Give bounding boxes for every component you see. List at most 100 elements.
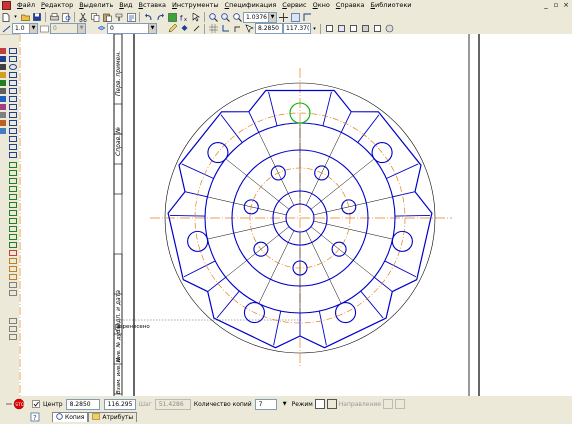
- scale-icon[interactable]: [1, 24, 11, 34]
- spec-group-icon[interactable]: [0, 104, 6, 110]
- parametrize-group-icon[interactable]: [0, 80, 6, 86]
- tool-trim-icon[interactable]: [9, 210, 17, 216]
- copy-icon[interactable]: [90, 12, 100, 22]
- mode-along-arc-icon[interactable]: [326, 399, 337, 409]
- restore-icon[interactable]: ▫: [552, 1, 560, 9]
- style-combo[interactable]: 0 ▼: [50, 23, 86, 34]
- tool-split-icon[interactable]: [9, 234, 17, 240]
- menu-help[interactable]: Справка: [333, 0, 368, 11]
- insert-group-icon[interactable]: [0, 120, 6, 126]
- tool-circle-icon[interactable]: [9, 64, 17, 70]
- menu-window[interactable]: Окно: [310, 0, 333, 11]
- copies-field[interactable]: 7: [254, 398, 277, 410]
- select-group-icon[interactable]: [0, 96, 6, 102]
- direction-ccw-icon[interactable]: [394, 399, 405, 409]
- grid-icon[interactable]: [208, 24, 218, 34]
- menu-insert[interactable]: Вставка: [135, 0, 169, 11]
- cut-icon[interactable]: [78, 12, 88, 22]
- tool-arc-icon[interactable]: [9, 72, 17, 78]
- tool-line-icon[interactable]: [9, 56, 17, 62]
- center-point-icon[interactable]: [31, 399, 41, 409]
- properties-icon[interactable]: [126, 12, 136, 22]
- dimensions-group-icon[interactable]: [0, 56, 6, 62]
- zoom-combo[interactable]: 1.0376 ▼: [243, 11, 277, 23]
- tab-copy[interactable]: Копия: [52, 412, 89, 422]
- drawing-sheet[interactable]: Перв. примен. Справ. № Подп. и дата Инв.…: [19, 34, 572, 396]
- tool-extra-1-icon[interactable]: [9, 318, 17, 324]
- coord-x-field[interactable]: 8.2850: [255, 23, 283, 34]
- coordinate-system-icon[interactable]: [220, 24, 230, 34]
- refresh-icon[interactable]: [290, 12, 300, 22]
- tool-macro-icon[interactable]: [9, 282, 17, 288]
- tool-group-icon[interactable]: [9, 266, 17, 272]
- tool-delete-icon[interactable]: [9, 250, 17, 256]
- help-pointer-icon[interactable]: [191, 12, 201, 22]
- chevron-down-icon[interactable]: ▼: [77, 24, 85, 33]
- tool-array-icon[interactable]: [9, 242, 17, 248]
- library-icon[interactable]: [384, 24, 394, 34]
- tool-ungroup-icon[interactable]: [9, 274, 17, 280]
- tool-hatch-icon[interactable]: [9, 104, 17, 110]
- close-icon[interactable]: ×: [562, 1, 570, 9]
- tool-rectangle-icon[interactable]: [9, 80, 17, 86]
- tool-polygon-icon[interactable]: [9, 88, 17, 94]
- save-icon[interactable]: [32, 12, 42, 22]
- doc-icon-5[interactable]: [372, 24, 382, 34]
- zoom-window-icon[interactable]: [232, 12, 242, 22]
- tool-rotate-icon[interactable]: [9, 178, 17, 184]
- tool-point-icon[interactable]: [9, 48, 17, 54]
- layer-combo[interactable]: 0 ▼: [107, 23, 157, 34]
- ortho-icon[interactable]: [191, 24, 201, 34]
- manager-icon[interactable]: [167, 12, 177, 22]
- flange-figure[interactable]: [150, 68, 452, 368]
- new-document-icon[interactable]: [1, 12, 11, 22]
- symbols-group-icon[interactable]: [0, 64, 6, 70]
- pencil-icon[interactable]: [167, 24, 177, 34]
- tool-copy-icon[interactable]: [9, 162, 17, 168]
- format-painter-icon[interactable]: [114, 12, 124, 22]
- copies-dropdown-icon[interactable]: ▼: [280, 399, 290, 409]
- measure-group-icon[interactable]: [0, 88, 6, 94]
- direction-cw-icon[interactable]: [382, 399, 393, 409]
- chevron-down-icon[interactable]: ▼: [29, 24, 37, 33]
- minimize-icon[interactable]: _: [542, 1, 550, 9]
- variables-icon[interactable]: fx: [179, 12, 189, 22]
- menu-view[interactable]: Вид: [116, 0, 135, 11]
- open-folder-icon[interactable]: [20, 12, 30, 22]
- edit-group-icon[interactable]: [0, 72, 6, 78]
- help-icon[interactable]: ?: [30, 412, 40, 422]
- tool-extend-icon[interactable]: [9, 218, 17, 224]
- print-icon[interactable]: [49, 12, 59, 22]
- paste-icon[interactable]: [102, 12, 112, 22]
- tool-mirror-icon[interactable]: [9, 194, 17, 200]
- step-dropdown-icon[interactable]: ▾: [312, 24, 317, 34]
- round-icon[interactable]: [232, 24, 242, 34]
- step-field[interactable]: 51.4286: [154, 398, 191, 410]
- scale-combo[interactable]: 1.0 ▼: [12, 23, 38, 34]
- tool-chamfer-icon[interactable]: [9, 120, 17, 126]
- doc-icon-1[interactable]: [324, 24, 334, 34]
- tool-spline-icon[interactable]: [9, 96, 17, 102]
- coord-y-field[interactable]: 117.37(: [283, 23, 311, 34]
- tool-explode-icon[interactable]: [9, 258, 17, 264]
- cursor-coords-icon[interactable]: [244, 24, 254, 34]
- menu-libraries[interactable]: Библиотеки: [368, 0, 415, 11]
- center-y-field[interactable]: 116.295: [103, 398, 136, 410]
- geometry-group-icon[interactable]: [0, 48, 6, 54]
- tool-fillet-icon[interactable]: [9, 128, 17, 134]
- zoom-out-icon[interactable]: [220, 12, 230, 22]
- redo-icon[interactable]: [155, 12, 165, 22]
- zoom-in-icon[interactable]: [208, 12, 218, 22]
- menu-file[interactable]: Файл: [14, 0, 38, 11]
- pan-icon[interactable]: [278, 12, 288, 22]
- doc-icon-4[interactable]: [360, 24, 370, 34]
- drawing-canvas[interactable]: Перв. примен. Справ. № Подп. и дата Инв.…: [19, 34, 572, 396]
- tool-contour-icon[interactable]: [9, 144, 17, 150]
- tool-break-icon[interactable]: [9, 226, 17, 232]
- reports-group-icon[interactable]: [0, 112, 6, 118]
- tool-move-icon[interactable]: [9, 170, 17, 176]
- tab-attributes[interactable]: Атрибуты: [88, 412, 138, 422]
- view-icon[interactable]: [302, 12, 312, 22]
- tool-extra-2-icon[interactable]: [9, 326, 17, 332]
- tool-deform-icon[interactable]: [9, 202, 17, 208]
